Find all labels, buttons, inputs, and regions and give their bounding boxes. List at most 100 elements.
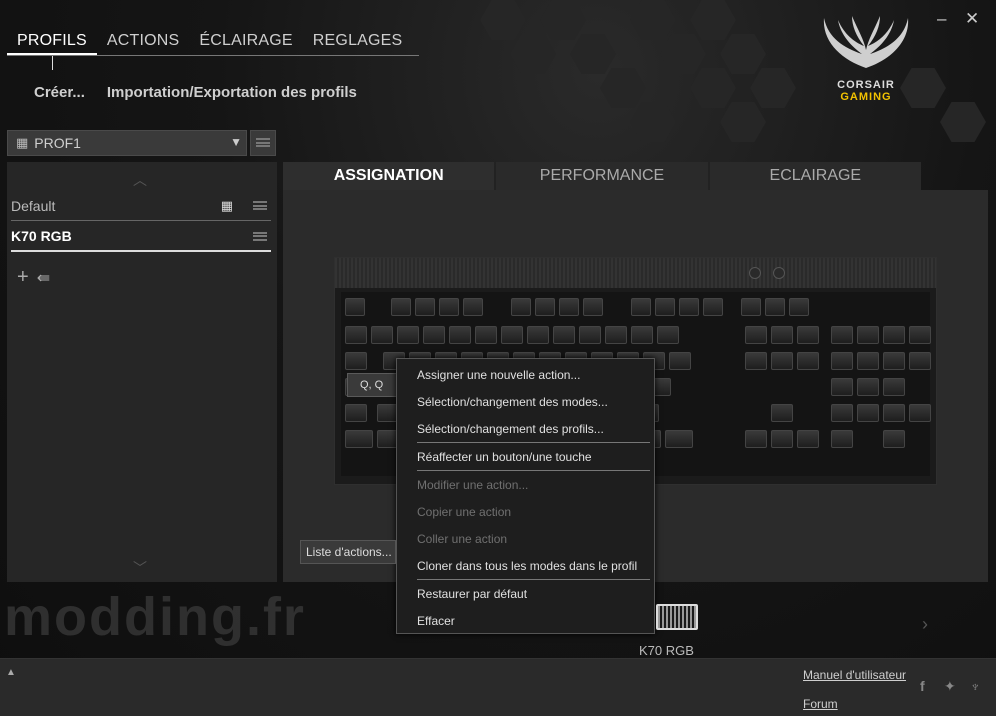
keyboard-key[interactable] <box>345 404 367 422</box>
tab-eclairage[interactable]: ÉCLAIRAGE <box>189 28 302 55</box>
keyboard-key[interactable] <box>669 352 691 370</box>
add-icon[interactable]: + <box>17 266 29 289</box>
keyboard-key[interactable] <box>741 298 761 316</box>
keyboard-key[interactable] <box>831 378 853 396</box>
keyboard-key[interactable] <box>345 430 373 448</box>
keyboard-key[interactable] <box>559 298 579 316</box>
keyboard-key[interactable] <box>797 430 819 448</box>
menu-select-mode[interactable]: Sélection/changement des modes... <box>417 395 608 409</box>
import-export-link[interactable]: Importation/Exportation des profils <box>107 84 357 101</box>
keyboard-key[interactable] <box>415 298 435 316</box>
keyboard-key[interactable] <box>665 430 693 448</box>
keyboard-key[interactable] <box>501 326 523 344</box>
keyboard-key[interactable] <box>771 326 793 344</box>
keyboard-key[interactable] <box>397 326 419 344</box>
forum-link[interactable]: Forum <box>803 697 838 711</box>
profile-item-menu-icon[interactable] <box>253 201 267 210</box>
keyboard-key[interactable] <box>679 298 699 316</box>
menu-clear[interactable]: Effacer <box>417 614 455 628</box>
keyboard-key[interactable] <box>345 326 367 344</box>
keyboard-key[interactable] <box>631 298 651 316</box>
keyboard-key[interactable] <box>789 298 809 316</box>
keyboard-key[interactable] <box>449 326 471 344</box>
twitter-icon[interactable]: ✦ <box>944 678 956 695</box>
keyboard-key[interactable] <box>831 404 853 422</box>
profile-item-k70-rgb[interactable]: K70 RGB <box>11 222 271 252</box>
keyboard-key[interactable] <box>909 326 931 344</box>
keyboard-key[interactable] <box>797 352 819 370</box>
keyboard-key[interactable] <box>423 326 445 344</box>
tab-actions[interactable]: ACTIONS <box>97 28 190 55</box>
keyboard-key[interactable] <box>797 326 819 344</box>
profile-item-menu-icon[interactable] <box>253 231 267 241</box>
scroll-down-icon[interactable]: ﹀ <box>133 558 147 578</box>
keyboard-key[interactable] <box>553 326 575 344</box>
keyboard-key[interactable] <box>765 298 785 316</box>
actions-list-button[interactable]: Liste d'actions... <box>300 540 396 564</box>
menu-assign-new-action[interactable]: Assigner une nouvelle action... <box>417 368 580 382</box>
tab-reglages[interactable]: REGLAGES <box>303 28 413 55</box>
minimize-button[interactable]: – <box>937 9 946 29</box>
scroll-up-icon[interactable]: ︿ <box>133 170 147 190</box>
tab-profils[interactable]: PROFILS <box>7 28 97 55</box>
keyboard-key[interactable] <box>605 326 627 344</box>
profile-menu-button[interactable] <box>250 130 276 156</box>
corsair-icon[interactable]: ♆ <box>970 678 981 694</box>
lock-button[interactable] <box>773 267 785 279</box>
keyboard-key[interactable] <box>857 352 879 370</box>
keyboard-key[interactable] <box>745 352 767 370</box>
keyboard-key[interactable] <box>883 430 905 448</box>
keyboard-key[interactable] <box>857 378 879 396</box>
keyboard-key[interactable] <box>475 326 497 344</box>
keyboard-key[interactable] <box>657 326 679 344</box>
close-button[interactable]: ✕ <box>965 9 979 29</box>
menu-reassign-key[interactable]: Réaffecter un bouton/une touche <box>417 450 592 464</box>
keyboard-key[interactable] <box>703 298 723 316</box>
create-profile-link[interactable]: Créer... <box>34 84 85 101</box>
facebook-icon[interactable]: f <box>920 678 925 694</box>
profile-dropdown[interactable]: ▦ PROF1 ▼ <box>7 130 247 156</box>
keyboard-key[interactable] <box>579 326 601 344</box>
profile-item-default[interactable]: Default ▦ <box>11 191 271 221</box>
chevron-right-icon[interactable]: › <box>922 614 928 635</box>
keyboard-key[interactable] <box>883 352 905 370</box>
keyboard-key[interactable] <box>831 352 853 370</box>
keyboard-key[interactable] <box>631 326 653 344</box>
import-icon[interactable]: ⇚ <box>37 268 50 289</box>
keyboard-key[interactable] <box>463 298 483 316</box>
keyboard-key[interactable] <box>771 352 793 370</box>
keyboard-key[interactable] <box>909 404 931 422</box>
keyboard-key[interactable] <box>857 326 879 344</box>
keyboard-key[interactable] <box>391 298 411 316</box>
keyboard-key[interactable] <box>883 378 905 396</box>
keyboard-key[interactable] <box>527 326 549 344</box>
tab-performance[interactable]: PERFORMANCE <box>496 162 708 190</box>
keyboard-key[interactable] <box>345 352 367 370</box>
menu-select-profile[interactable]: Sélection/changement des profils... <box>417 422 604 436</box>
keyboard-key[interactable] <box>745 430 767 448</box>
tab-eclairage-device[interactable]: ECLAIRAGE <box>709 162 921 190</box>
user-manual-link[interactable]: Manuel d'utilisateur <box>803 668 906 682</box>
tab-assignation[interactable]: ASSIGNATION <box>283 162 495 190</box>
menu-restore-default[interactable]: Restaurer par défaut <box>417 587 527 601</box>
keyboard-key[interactable] <box>831 430 853 448</box>
keyboard-key[interactable] <box>583 298 603 316</box>
keyboard-key[interactable] <box>883 326 905 344</box>
keyboard-key[interactable] <box>345 298 365 316</box>
keyboard-key[interactable] <box>439 298 459 316</box>
keyboard-key[interactable] <box>831 326 853 344</box>
keyboard-key[interactable] <box>511 298 531 316</box>
keyboard-key[interactable] <box>655 298 675 316</box>
expand-up-icon[interactable]: ▲ <box>6 667 16 678</box>
keyboard-device-icon[interactable] <box>656 604 698 630</box>
keyboard-key[interactable] <box>883 404 905 422</box>
keyboard-key[interactable] <box>371 326 393 344</box>
keyboard-key[interactable] <box>771 430 793 448</box>
brightness-button[interactable] <box>749 267 761 279</box>
keyboard-key[interactable] <box>857 404 879 422</box>
keyboard-key[interactable] <box>771 404 793 422</box>
menu-clone-all-modes[interactable]: Cloner dans tous les modes dans le profi… <box>417 559 637 573</box>
keyboard-key[interactable] <box>745 326 767 344</box>
keyboard-key[interactable] <box>535 298 555 316</box>
keyboard-key[interactable] <box>909 352 931 370</box>
